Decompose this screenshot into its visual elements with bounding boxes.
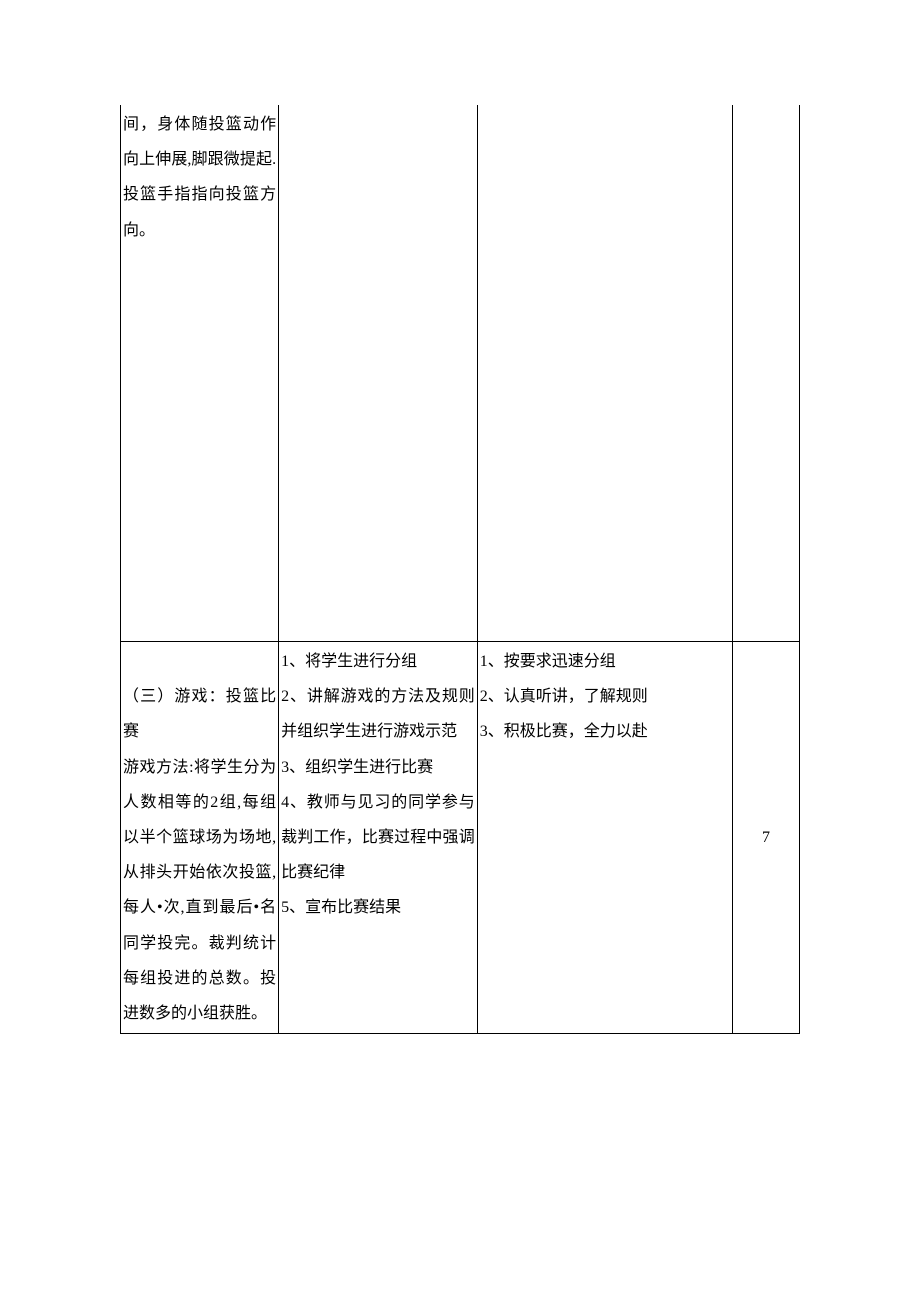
cell-text: （三）游戏：投篮比赛 游戏方法:将学生分为人数相等的2组,每组以半个篮球场为场地… (121, 642, 278, 1033)
student-step: 3、积极比赛，全力以赴 (480, 714, 730, 749)
teacher-step: 2、讲解游戏的方法及规则并组织学生进行游戏示范 (281, 679, 475, 749)
table-row: 间，身体随投篮动作向上伸展,脚跟微提起.投篮手指指向投篮方向。 (121, 105, 800, 642)
student-step: 2、认真听讲，了解规则 (480, 679, 730, 714)
cell-r2-c4: 7 (733, 642, 800, 1034)
page-container: 间，身体随投篮动作向上伸展,脚跟微提起.投篮手指指向投篮方向。 （三）游戏：投篮… (120, 105, 800, 1034)
cell-text: 间，身体随投篮动作向上伸展,脚跟微提起.投篮手指指向投篮方向。 (121, 105, 278, 250)
cell-text: 1、按要求迅速分组 2、认真听讲，了解规则 3、积极比赛，全力以赴 (478, 642, 732, 752)
teacher-step: 1、将学生进行分组 (281, 644, 475, 679)
cell-r1-c4 (733, 105, 800, 642)
teacher-step: 4、教师与见习的同学参与裁判工作，比赛过程中强调比赛纪律 (281, 785, 475, 891)
cell-text: 1、将学生进行分组 2、讲解游戏的方法及规则并组织学生进行游戏示范 3、组织学生… (279, 642, 477, 928)
table-row: （三）游戏：投篮比赛 游戏方法:将学生分为人数相等的2组,每组以半个篮球场为场地… (121, 642, 800, 1034)
cell-r1-c1: 间，身体随投篮动作向上伸展,脚跟微提起.投篮手指指向投篮方向。 (121, 105, 279, 642)
game-method: 游戏方法:将学生分为人数相等的2组,每组以半个篮球场为场地,从排头开始依次投篮,… (123, 750, 276, 1032)
student-step: 1、按要求迅速分组 (480, 644, 730, 679)
cell-r1-c3 (477, 105, 732, 642)
cell-r2-c2: 1、将学生进行分组 2、讲解游戏的方法及规则并组织学生进行游戏示范 3、组织学生… (279, 642, 478, 1034)
duration-value: 7 (733, 820, 799, 855)
cell-r2-c1: （三）游戏：投篮比赛 游戏方法:将学生分为人数相等的2组,每组以半个篮球场为场地… (121, 642, 279, 1034)
teacher-step: 5、宣布比赛结果 (281, 890, 475, 925)
cell-r2-c3: 1、按要求迅速分组 2、认真听讲，了解规则 3、积极比赛，全力以赴 (477, 642, 732, 1034)
lesson-plan-table: 间，身体随投篮动作向上伸展,脚跟微提起.投篮手指指向投篮方向。 （三）游戏：投篮… (120, 105, 800, 1034)
game-title: （三）游戏：投篮比赛 (123, 688, 276, 740)
teacher-step: 3、组织学生进行比赛 (281, 750, 475, 785)
cell-r1-c2 (279, 105, 478, 642)
